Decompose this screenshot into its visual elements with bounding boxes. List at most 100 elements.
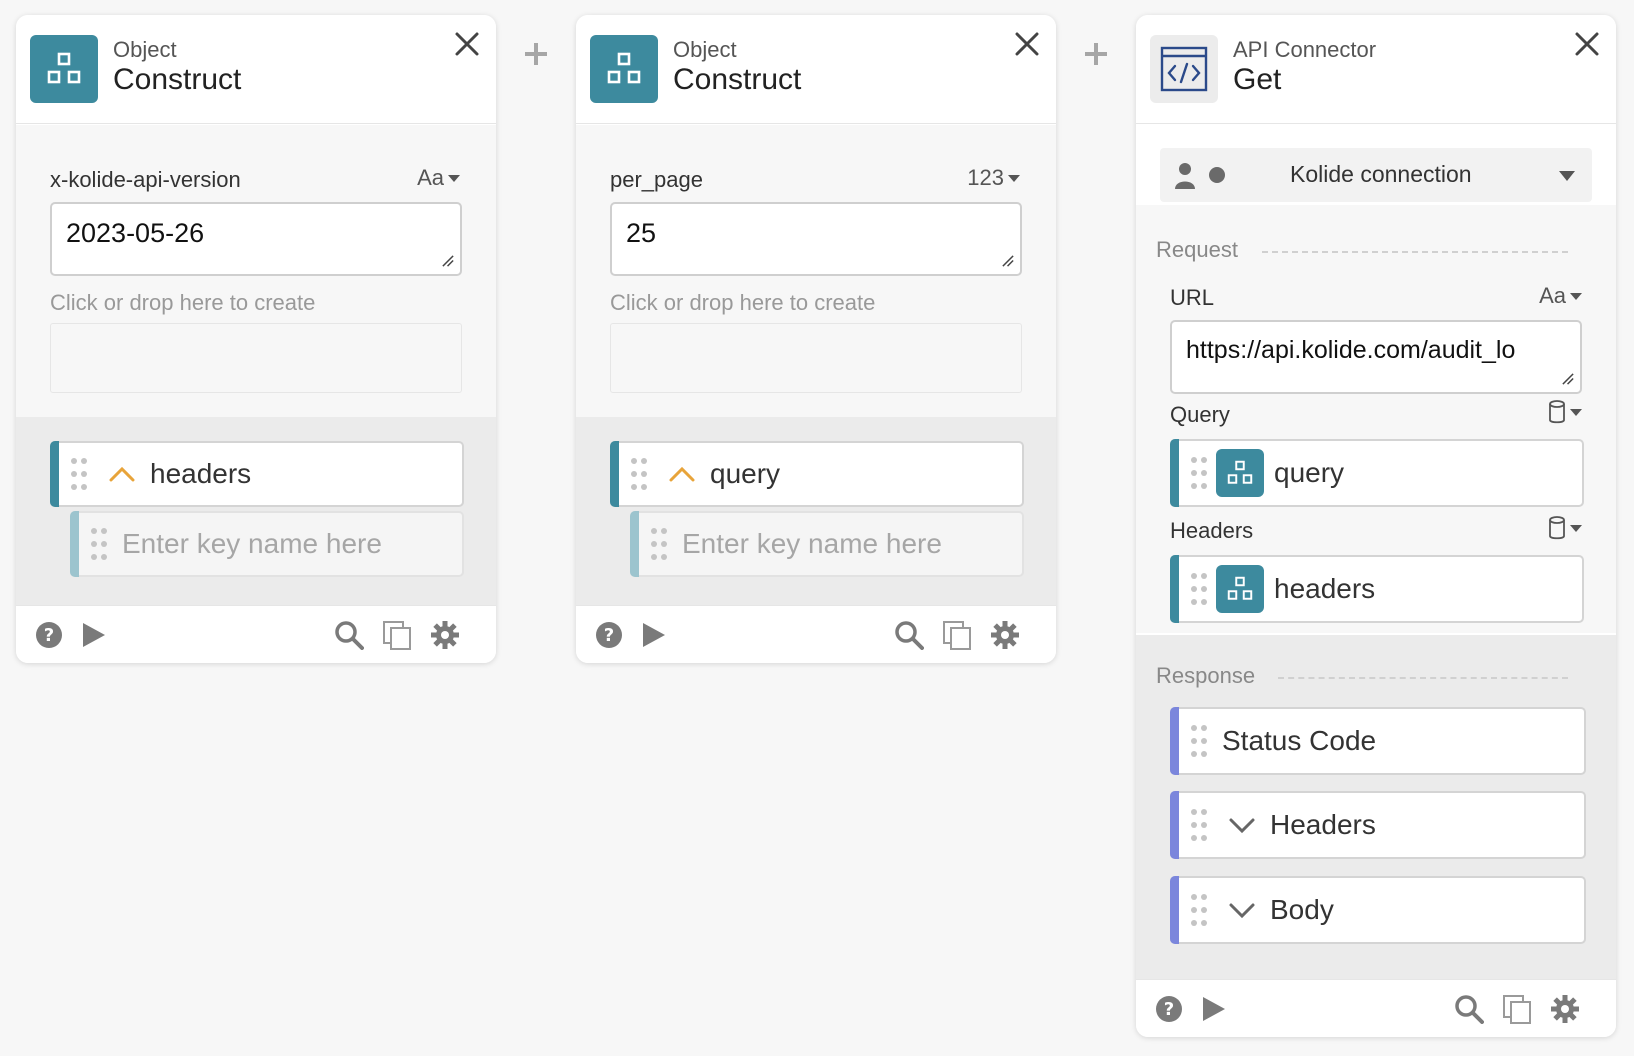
run-icon[interactable]: [78, 620, 108, 650]
search-icon[interactable]: [334, 620, 364, 650]
card-type-label: Object: [113, 37, 177, 62]
card-title: Construct: [673, 63, 802, 96]
object-icon: [1216, 449, 1264, 497]
drop-zone[interactable]: [610, 323, 1022, 393]
api-connector-card: API Connector Get Kolide connection Requ…: [1136, 15, 1616, 1037]
key-stripe: [1170, 555, 1179, 623]
close-icon[interactable]: [1572, 29, 1602, 59]
drag-grip-icon[interactable]: [1190, 808, 1208, 842]
help-icon[interactable]: ?: [594, 620, 624, 650]
chevron-down-icon[interactable]: [1228, 817, 1256, 835]
new-key-input[interactable]: Enter key name here: [70, 511, 464, 577]
copy-icon[interactable]: [382, 620, 412, 650]
user-icon: [1175, 163, 1195, 189]
close-icon[interactable]: [452, 29, 482, 59]
drop-hint: Click or drop here to create: [610, 290, 876, 315]
help-icon[interactable]: ?: [1154, 994, 1184, 1024]
type-selector[interactable]: Aa: [1539, 283, 1582, 309]
connection-selector[interactable]: Kolide connection: [1160, 148, 1592, 202]
response-status-code[interactable]: Status Code: [1170, 707, 1586, 775]
key-stripe: [50, 441, 59, 507]
card-footer: ?: [576, 605, 1056, 663]
search-icon[interactable]: [894, 620, 924, 650]
add-step-icon[interactable]: [523, 41, 549, 67]
database-icon: [1549, 516, 1565, 540]
query-pill[interactable]: query: [1170, 439, 1584, 507]
config-area: x-kolide-api-version Aa 2023-05-26 Click…: [16, 125, 496, 417]
key-stripe: [1170, 876, 1179, 944]
run-icon[interactable]: [638, 620, 668, 650]
key-area: query Enter key name here: [576, 417, 1056, 619]
key-pill-headers[interactable]: headers: [50, 441, 464, 507]
close-icon[interactable]: [1012, 29, 1042, 59]
svg-text:?: ?: [604, 625, 614, 646]
section-divider: [1278, 677, 1568, 679]
headers-pill[interactable]: headers: [1170, 555, 1584, 623]
type-selector[interactable]: Aa: [417, 165, 460, 191]
key-area: headers Enter key name here: [16, 417, 496, 619]
settings-icon[interactable]: [430, 620, 460, 650]
type-selector-label: Aa: [1539, 283, 1566, 308]
object-construct-card-2: Object Construct per_page 123 25 Click o…: [576, 15, 1056, 663]
card-header: Object Construct: [16, 15, 496, 124]
connection-name: Kolide connection: [1290, 161, 1472, 187]
response-body[interactable]: Body: [1170, 876, 1586, 944]
query-value: query: [1274, 457, 1345, 488]
resize-handle-icon[interactable]: [441, 254, 455, 268]
drag-grip-icon[interactable]: [1190, 724, 1208, 758]
copy-icon[interactable]: [942, 620, 972, 650]
field-label: x-kolide-api-version: [50, 167, 241, 192]
resize-handle-icon[interactable]: [1001, 254, 1015, 268]
type-selector[interactable]: 123: [967, 165, 1020, 191]
drag-grip-icon[interactable]: [90, 527, 108, 561]
url-input[interactable]: https://api.kolide.com/audit_lo: [1170, 320, 1582, 394]
response-item-label: Headers: [1270, 809, 1376, 840]
drag-grip-icon[interactable]: [1190, 893, 1208, 927]
key-placeholder: Enter key name here: [122, 528, 382, 559]
drop-zone[interactable]: [50, 323, 462, 393]
chevron-up-icon[interactable]: [668, 465, 696, 483]
new-key-input[interactable]: Enter key name here: [630, 511, 1024, 577]
response-headers[interactable]: Headers: [1170, 791, 1586, 859]
drag-grip-icon[interactable]: [650, 527, 668, 561]
drag-grip-icon[interactable]: [630, 457, 648, 491]
drag-grip-icon[interactable]: [1190, 572, 1208, 606]
value-input[interactable]: 25: [610, 202, 1022, 276]
source-selector[interactable]: [1548, 516, 1582, 540]
key-stripe: [1170, 439, 1179, 507]
object-construct-card-1: Object Construct x-kolide-api-version Aa…: [16, 15, 496, 663]
search-icon[interactable]: [1454, 994, 1484, 1024]
request-label: Request: [1156, 237, 1238, 262]
card-type-label: Object: [673, 37, 737, 62]
request-area: Request URL Aa https://api.kolide.com/au…: [1136, 205, 1616, 633]
resize-handle-icon[interactable]: [1561, 372, 1575, 386]
chevron-down-icon[interactable]: [1228, 902, 1256, 920]
chevron-down-icon: [1559, 171, 1575, 181]
card-footer: ?: [16, 605, 496, 663]
settings-icon[interactable]: [990, 620, 1020, 650]
chevron-up-icon[interactable]: [108, 465, 136, 483]
key-pill-query[interactable]: query: [610, 441, 1024, 507]
database-icon: [1549, 400, 1565, 424]
connection-status-icon: [1209, 167, 1225, 183]
source-selector[interactable]: [1548, 400, 1582, 424]
key-name: headers: [150, 458, 252, 489]
card-type-label: API Connector: [1233, 37, 1377, 62]
drag-grip-icon[interactable]: [70, 457, 88, 491]
add-step-icon[interactable]: [1083, 41, 1109, 67]
value-input[interactable]: 2023-05-26: [50, 202, 462, 276]
query-label: Query: [1170, 402, 1230, 427]
settings-icon[interactable]: [1550, 994, 1580, 1024]
key-stripe: [1170, 707, 1179, 775]
key-placeholder: Enter key name here: [682, 528, 942, 559]
svg-text:?: ?: [1164, 999, 1174, 1020]
key-stripe: [1170, 791, 1179, 859]
chevron-down-icon: [1570, 292, 1582, 300]
svg-text:?: ?: [44, 625, 54, 646]
card-header: Object Construct: [576, 15, 1056, 124]
help-icon[interactable]: ?: [34, 620, 64, 650]
drag-grip-icon[interactable]: [1190, 456, 1208, 490]
run-icon[interactable]: [1198, 994, 1228, 1024]
headers-value: headers: [1274, 573, 1376, 604]
copy-icon[interactable]: [1502, 994, 1532, 1024]
